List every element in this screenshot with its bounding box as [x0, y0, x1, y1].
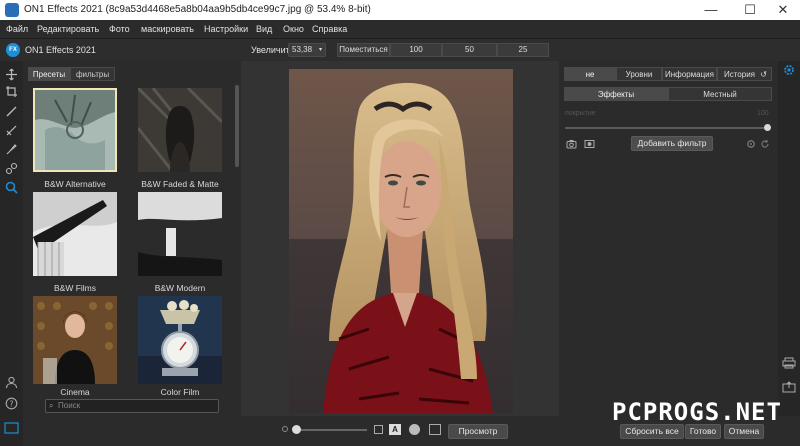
menu-window[interactable]: Окно	[283, 24, 304, 34]
preview-zoom-slider[interactable]	[293, 429, 367, 431]
window-title: ON1 Effects 2021 (8c9a53d4468e5a8b04aa9b…	[24, 4, 371, 15]
menu-bar: Файл Редактировать Фото маскировать Наст…	[0, 20, 800, 39]
zoom-50-button[interactable]: 50	[442, 43, 497, 57]
history-undo-icon: ↺	[760, 70, 767, 79]
minimize-button[interactable]: —	[694, 0, 728, 20]
mask-view-icon[interactable]	[409, 424, 420, 435]
tab-layers[interactable]: не	[564, 67, 616, 81]
user-icon[interactable]	[5, 376, 18, 389]
preset-image	[35, 90, 115, 170]
top-toolbar: FX ON1 Effects 2021 Увеличить 53,38 ▾ По…	[0, 39, 800, 61]
preview-button[interactable]: Просмотр	[448, 424, 508, 439]
print-icon[interactable]	[782, 357, 796, 369]
help-icon[interactable]: ?	[5, 397, 18, 410]
zoom-25-button[interactable]: 25	[497, 43, 549, 57]
share-icon[interactable]	[782, 381, 796, 393]
preset-label: Cinema	[60, 387, 90, 397]
panel-toggle-icon[interactable]	[4, 422, 19, 434]
watermark-text: PCPROGS.NET	[612, 398, 782, 426]
zoom-100-button[interactable]: 100	[390, 43, 442, 57]
preset-image	[136, 86, 224, 173]
menu-photo[interactable]: Фото	[109, 24, 130, 34]
opacity-slider-handle[interactable]	[764, 124, 771, 131]
tab-levels[interactable]: Уровни	[616, 67, 662, 81]
chevron-down-icon: ▾	[318, 47, 322, 53]
opacity-value: 100	[757, 110, 769, 117]
preset-image	[33, 192, 117, 276]
preset-label: B&W Alternative	[44, 179, 106, 189]
mode-a-icon[interactable]: A	[389, 424, 401, 435]
chisel-tool-icon[interactable]	[5, 143, 18, 156]
preset-thumbnail[interactable]	[33, 192, 117, 276]
preset-label: B&W Films	[53, 283, 97, 293]
preset-thumbnail[interactable]	[138, 192, 222, 276]
zoom-value: 53,38	[292, 45, 313, 54]
opacity-slider[interactable]	[565, 127, 767, 129]
right-panel: не Уровни Информация История ↺ Эффекты М…	[559, 61, 778, 416]
tab-history[interactable]: История ↺	[717, 67, 772, 81]
overlay-icon[interactable]	[429, 424, 441, 435]
crop-tool-icon[interactable]	[5, 85, 18, 98]
zoom-out-icon[interactable]	[282, 426, 288, 432]
preset-label: B&W Modern	[154, 283, 206, 293]
menu-settings[interactable]: Настройки	[204, 24, 248, 34]
tab-local[interactable]: Местный	[668, 87, 772, 101]
tab-history-label: История	[723, 70, 756, 79]
brush-tool-icon[interactable]	[5, 105, 18, 118]
menu-edit[interactable]: Редактировать	[37, 24, 99, 34]
zoom-tool-icon[interactable]	[5, 181, 18, 194]
preset-label: Color Film	[160, 387, 200, 397]
svg-text:?: ?	[9, 399, 13, 408]
compare-icon[interactable]	[374, 425, 383, 434]
camera-icon[interactable]	[566, 139, 577, 149]
mask-icon[interactable]	[584, 139, 595, 149]
tab-effects[interactable]: Эффекты	[564, 87, 668, 101]
menu-view[interactable]: Вид	[256, 24, 272, 34]
opacity-label: покрытие	[565, 110, 596, 117]
tab-presets[interactable]: Пресеты	[28, 67, 70, 81]
reset-icon[interactable]	[760, 139, 770, 149]
right-icon-column	[778, 61, 800, 446]
gear-icon[interactable]	[746, 139, 756, 149]
search-placeholder: Поиск	[58, 401, 81, 410]
close-button[interactable]: ✕	[766, 0, 800, 20]
app-name: ON1 Effects 2021	[25, 45, 96, 55]
browser-panel: Пресеты фильтры B&W Alternative B&W Fade…	[23, 61, 241, 416]
portrait-photo	[289, 69, 513, 413]
preset-thumbnail[interactable]	[33, 296, 117, 384]
maximize-button[interactable]: ☐	[733, 0, 767, 20]
tab-filters[interactable]: фильтры	[70, 67, 115, 81]
menu-help[interactable]: Справка	[312, 24, 347, 34]
browser-scrollbar[interactable]	[235, 85, 239, 167]
menu-file[interactable]: Файл	[6, 24, 28, 34]
window-titlebar: ON1 Effects 2021 (8c9a53d4468e5a8b04aa9b…	[0, 0, 800, 20]
preset-thumbnail[interactable]	[136, 86, 224, 173]
add-filter-button[interactable]: Добавить фильтр	[631, 136, 713, 151]
cancel-button[interactable]: Отмена	[724, 424, 764, 439]
fx-logo-icon: FX	[6, 43, 20, 57]
done-button[interactable]: Готово	[685, 424, 721, 439]
reset-all-button[interactable]: Сбросить все	[620, 424, 684, 439]
preset-thumbnail[interactable]	[138, 296, 222, 384]
move-tool-icon[interactable]	[5, 68, 18, 81]
preset-image	[138, 192, 222, 276]
app-icon	[5, 3, 19, 17]
preset-image	[33, 296, 117, 384]
search-icon: ⌕	[49, 401, 54, 410]
tab-info[interactable]: Информация	[662, 67, 717, 81]
preset-thumbnail[interactable]	[33, 88, 117, 172]
image-canvas[interactable]	[241, 61, 559, 416]
effects-gear-icon[interactable]	[782, 63, 796, 77]
photo-preview[interactable]	[289, 69, 513, 413]
zoom-select[interactable]: 53,38 ▾	[288, 43, 326, 57]
line-mask-tool-icon[interactable]	[5, 124, 18, 137]
fit-button[interactable]: Поместиться	[337, 43, 390, 57]
preview-zoom-handle[interactable]	[292, 425, 301, 434]
search-input[interactable]: ⌕ Поиск	[45, 399, 219, 413]
preset-label: B&W Faded & Matte	[141, 179, 219, 189]
preset-image	[138, 296, 222, 384]
retouch-tool-icon[interactable]	[5, 162, 18, 175]
menu-mask[interactable]: маскировать	[141, 24, 194, 34]
